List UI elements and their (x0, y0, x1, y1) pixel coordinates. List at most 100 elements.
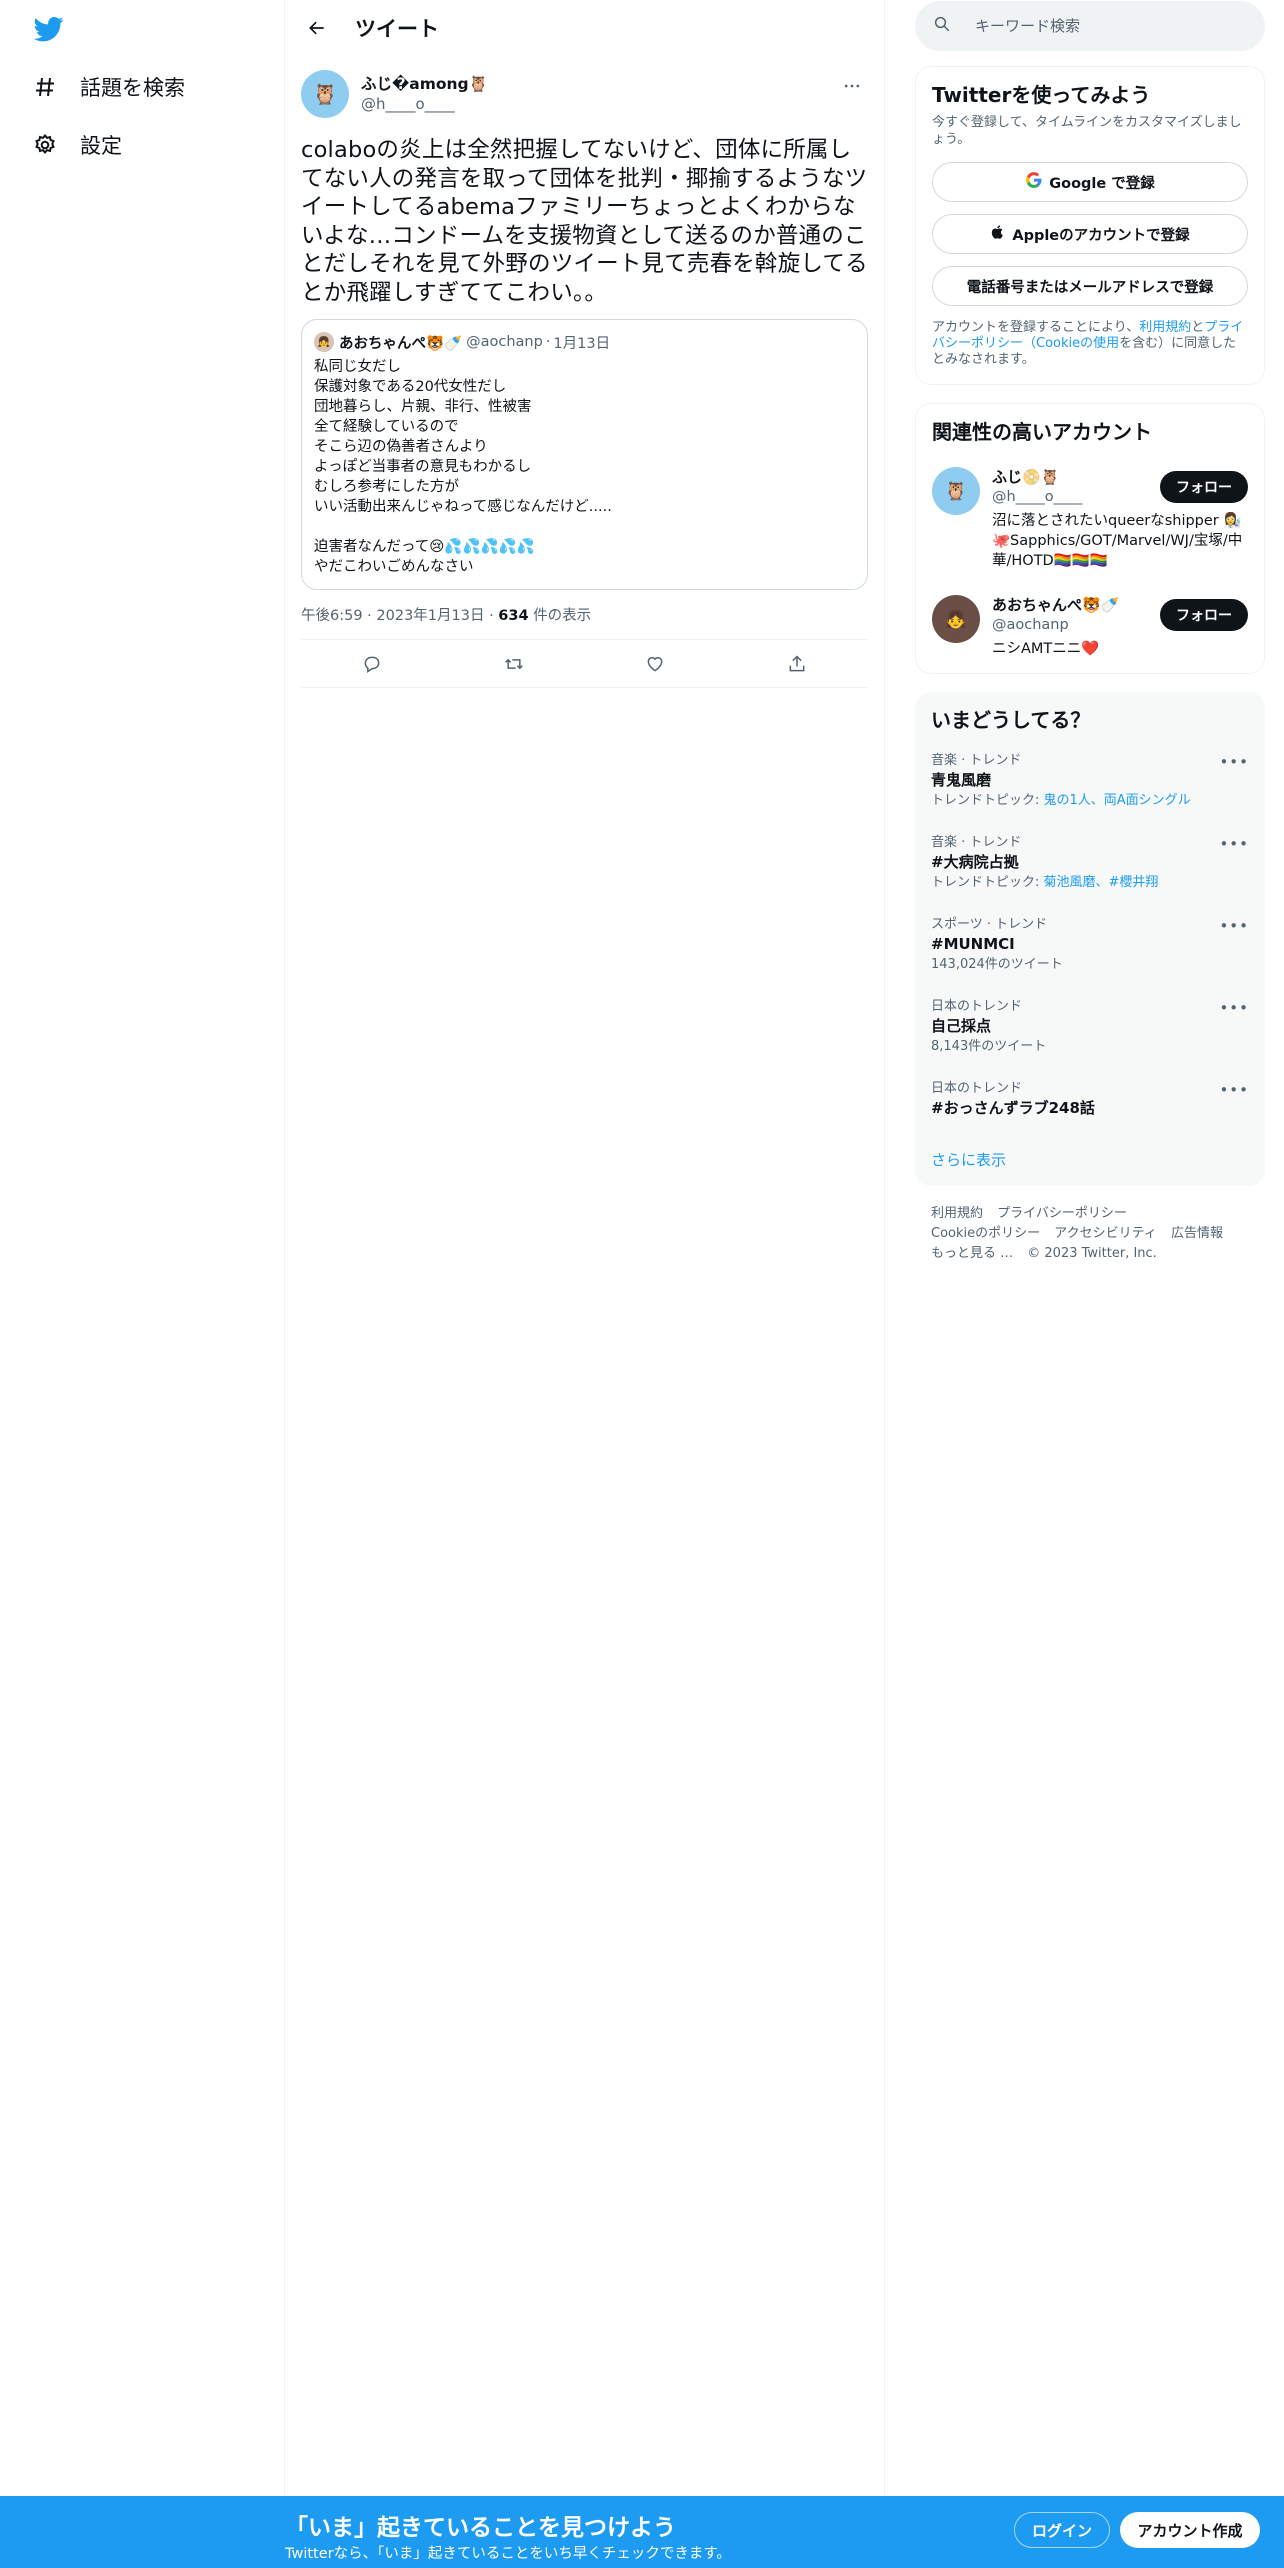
trend-name: 青鬼風磨 (931, 771, 992, 789)
nav-explore[interactable]: 話題を検索 (32, 67, 185, 107)
avatar: 👧 (314, 332, 334, 352)
trend-name: #大病院占拠 (931, 853, 1019, 871)
like-icon[interactable] (635, 644, 675, 684)
tweet-time[interactable]: 午後6:59 (301, 608, 363, 624)
trend-item[interactable]: 日本のトレンド 自己採点 8,143件のツイート ••• (915, 989, 1265, 1071)
more-options-icon[interactable]: ••• (1219, 917, 1249, 935)
twitter-bird-icon[interactable] (32, 14, 66, 44)
signup-card-subtitle: 今すぐ登録して、タイムラインをカスタマイズしましょう。 (932, 115, 1242, 147)
footer: 利用規約 プライバシーポリシー Cookieのポリシー アクセシビリティ 広告情… (915, 1186, 1265, 1282)
more-options-icon[interactable]: ••• (1219, 999, 1249, 1017)
footer-link[interactable]: アクセシビリティ (1054, 1226, 1157, 1241)
main-column: ツイート 🦉 ふじ�among🦉 @h____o____ colaboの炎上は全… (285, 0, 885, 2568)
search-input[interactable] (975, 17, 1235, 35)
trend-category: 音楽 · トレンド (931, 753, 1022, 768)
related-accounts-card: 関連性の高いアカウント 🦉 ふじ📀🦉 @h____o____ 沼に落とされたいq… (915, 403, 1265, 674)
footer-more-link[interactable]: もっと見る … (931, 1246, 1013, 1261)
apple-signup-button[interactable]: Appleのアカウントで登録 (932, 214, 1248, 254)
trend-item[interactable]: スポーツ · トレンド #MUNMCI 143,024件のツイート ••• (915, 907, 1265, 989)
footer-link[interactable]: プライバシーポリシー (997, 1206, 1127, 1221)
tweet-date[interactable]: 2023年1月13日 (376, 608, 484, 624)
trend-meta-label: 8,143件のツイート (931, 1039, 1047, 1054)
terms-link[interactable]: 利用規約 (1139, 320, 1191, 335)
share-icon[interactable] (777, 644, 817, 684)
signup-card-title: Twitterを使ってみよう (932, 83, 1151, 107)
show-more-link[interactable]: さらに表示 (915, 1135, 1265, 1186)
login-button[interactable]: ログイン (1014, 2512, 1110, 2548)
google-signup-button[interactable]: Google で登録 (932, 162, 1248, 202)
quote-author-name: あおちゃんぺ🐯🍼 (339, 335, 463, 352)
footer-link[interactable]: 利用規約 (931, 1206, 983, 1221)
right-sidebar: Twitterを使ってみよう 今すぐ登録して、タイムラインをカスタマイズしましょ… (915, 0, 1265, 1282)
account-cell[interactable]: 🦉 ふじ📀🦉 @h____o____ 沼に落とされたいqueerなshipper… (916, 455, 1264, 583)
hashtag-icon (32, 74, 58, 100)
more-options-icon[interactable]: ••• (1219, 753, 1249, 771)
bottom-bar-subtitle: Twitterなら、「いま」起きていることをいち早くチェックできます。 (285, 2546, 731, 2562)
follow-button[interactable]: フォロー (1160, 599, 1248, 631)
copyright: © 2023 Twitter, Inc. (1027, 1246, 1157, 1261)
trend-topic-links[interactable]: 菊池風磨、#櫻井翔 (1044, 875, 1159, 890)
quote-author-handle: @aochanp (466, 334, 543, 350)
create-account-button[interactable]: アカウント作成 (1120, 2512, 1260, 2548)
search-box[interactable] (915, 1, 1265, 51)
signup-legal-text: アカウントを登録することにより、利用規約とプライバシーポリシー（Cookieの使… (916, 306, 1264, 384)
author-name[interactable]: ふじ�among🦉 (361, 74, 488, 94)
page-title: ツイート (355, 17, 439, 41)
separator: · (367, 608, 377, 624)
cookie-link[interactable]: Cookieの使用 (1036, 336, 1119, 351)
trend-meta-label: トレンドトピック: (931, 793, 1044, 808)
legal-text: と (1191, 320, 1205, 335)
more-options-icon[interactable]: ••• (1219, 1081, 1249, 1099)
search-icon (933, 15, 951, 37)
nav-item-label: 話題を検索 (80, 76, 185, 100)
trend-item[interactable]: 日本のトレンド #おっさんずラブ248話 ••• (915, 1071, 1265, 1135)
avatar[interactable]: 🦉 (301, 70, 349, 118)
more-options-icon[interactable]: ••• (1219, 835, 1249, 853)
back-arrow-icon[interactable] (299, 10, 335, 46)
trend-meta: 143,024件のツイート (931, 957, 1249, 973)
signup-card: Twitterを使ってみよう 今すぐ登録して、タイムラインをカスタマイズしましょ… (915, 66, 1265, 385)
views-label: 件の表示 (533, 608, 592, 624)
related-accounts-title: 関連性の高いアカウント (932, 420, 1152, 444)
trend-name: #MUNMCI (931, 935, 1015, 953)
apple-signup-label: Appleのアカウントで登録 (1012, 227, 1190, 244)
avatar[interactable]: 👧 (932, 595, 980, 643)
legal-text: （ (1023, 336, 1037, 351)
account-cell[interactable]: 👧 あおちゃんぺ🐯🍼 @aochanp ニシAMTニニ❤️ フォロー (916, 583, 1264, 673)
nav-item-label: 設定 (80, 134, 122, 158)
footer-link[interactable]: Cookieのポリシー (931, 1226, 1040, 1241)
left-navigation: 話題を検索 設定 (0, 0, 285, 2568)
tweet-author-row: 🦉 ふじ�among🦉 @h____o____ (301, 64, 868, 124)
trend-meta: トレンドトピック: 鬼の1人、両A面シングル (931, 793, 1249, 809)
trend-meta: トレンドトピック: 菊池風磨、#櫻井翔 (931, 875, 1249, 891)
trend-item[interactable]: 音楽 · トレンド #大病院占拠 トレンドトピック: 菊池風磨、#櫻井翔 ••• (915, 825, 1265, 907)
follow-button[interactable]: フォロー (1160, 471, 1248, 503)
trend-category: スポーツ · トレンド (931, 917, 1048, 932)
footer-link[interactable]: 広告情報 (1171, 1226, 1223, 1241)
trend-name: #おっさんずラブ248話 (931, 1099, 1095, 1117)
tweet-detail: 🦉 ふじ�among🦉 @h____o____ colaboの炎上は全然把握して… (285, 56, 884, 688)
more-options-icon[interactable] (836, 72, 868, 100)
phone-email-signup-button[interactable]: 電話番号またはメールアドレスで登録 (932, 266, 1248, 306)
trend-meta-label: トレンドトピック: (931, 875, 1044, 890)
tweet-actions (301, 640, 868, 688)
nav-settings[interactable]: 設定 (32, 125, 122, 165)
reply-icon[interactable] (352, 644, 392, 684)
google-signup-label: Google で登録 (1049, 175, 1155, 192)
gear-icon (32, 132, 58, 158)
quoted-tweet[interactable]: 👧 あおちゃんぺ🐯🍼 @aochanp · 1月13日 私同じ女だし 保護対象で… (301, 319, 868, 590)
retweet-icon[interactable] (494, 644, 534, 684)
author-handle[interactable]: @h____o____ (361, 94, 488, 114)
avatar[interactable]: 🦉 (932, 467, 980, 515)
trend-category: 日本のトレンド (931, 999, 1023, 1014)
legal-text: アカウントを登録することにより、 (932, 320, 1140, 335)
top-bar: ツイート (285, 0, 884, 56)
google-icon (1025, 171, 1043, 193)
separator: · (545, 334, 551, 350)
tweet-meta: 午後6:59 · 2023年1月13日 · 634 件の表示 (301, 604, 868, 640)
trend-item[interactable]: 音楽 · トレンド 青鬼風磨 トレンドトピック: 鬼の1人、両A面シングル ••… (915, 743, 1265, 825)
trend-name: 自己採点 (931, 1017, 992, 1035)
separator: · (489, 608, 499, 624)
trend-topic-links[interactable]: 鬼の1人、両A面シングル (1044, 793, 1191, 808)
views-count: 634 (498, 608, 529, 624)
